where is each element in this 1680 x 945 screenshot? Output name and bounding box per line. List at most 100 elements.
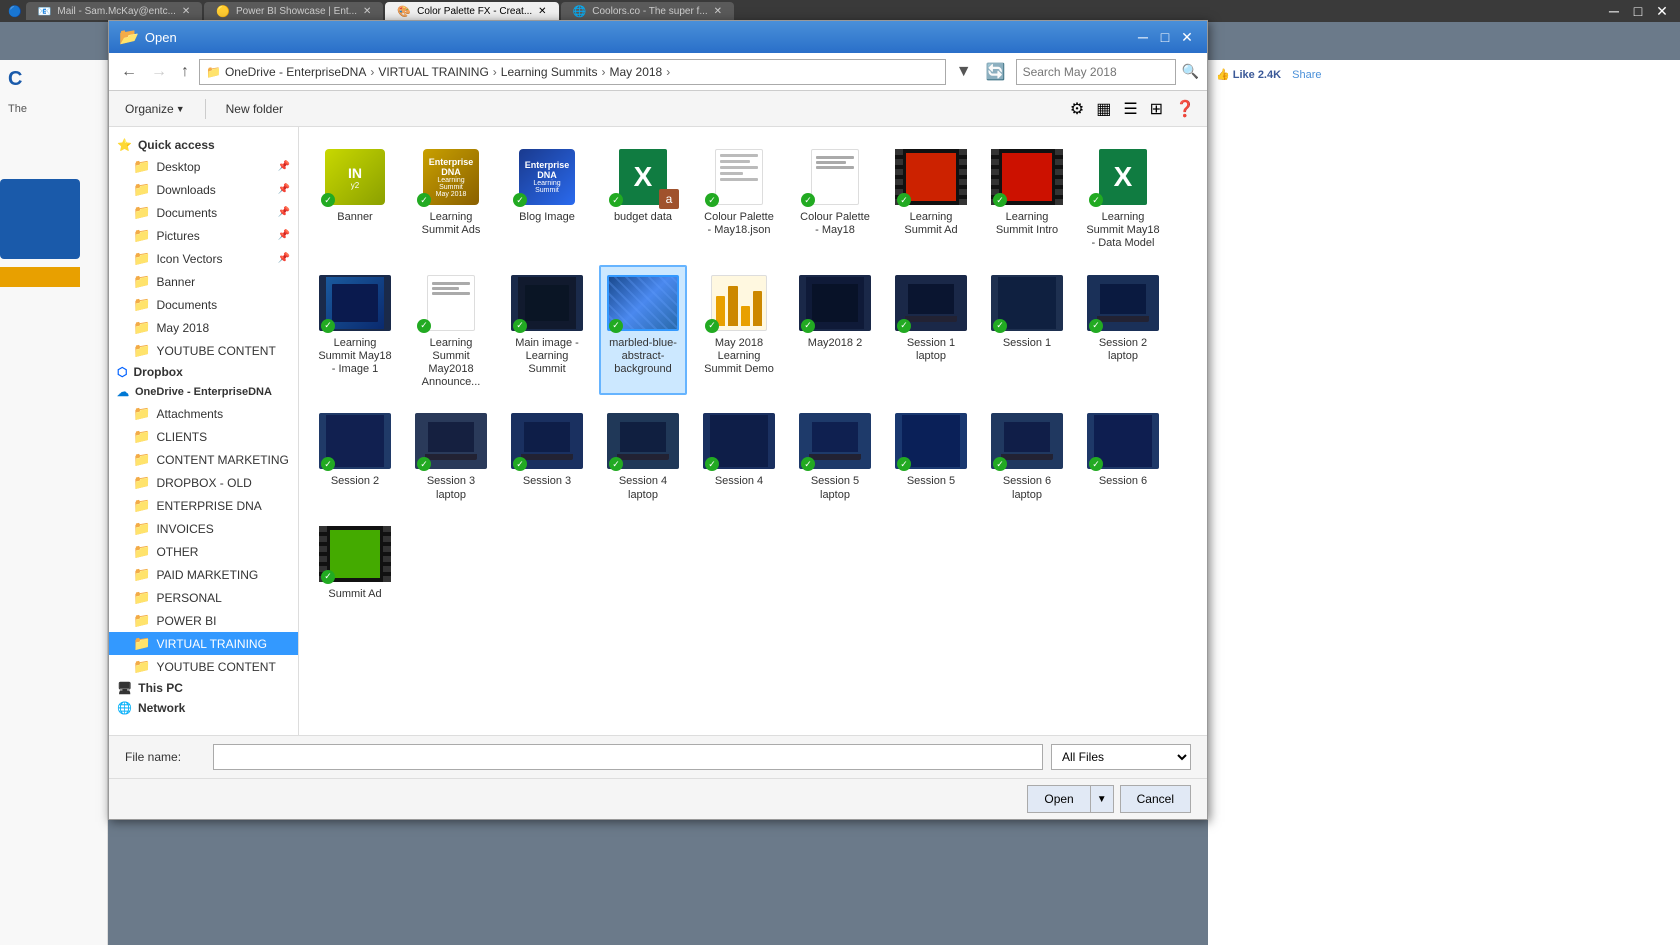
sidebar-dropbox[interactable]: ⬡ Dropbox	[109, 362, 298, 382]
file-may2018-demo[interactable]: ✓ May 2018 Learning Summit Demo	[695, 265, 783, 396]
breadcrumb-dropdown[interactable]: ▼	[952, 61, 976, 83]
view-toggle[interactable]: ▦	[1092, 97, 1115, 121]
dialog-toolbar: Organize ▼ New folder ⚙ ▦ ☰ ⊞ ❓	[109, 91, 1207, 127]
check-session4: ✓	[705, 457, 719, 471]
file-colour-palette-json[interactable]: ✓ Colour Palette - May18.json	[695, 139, 783, 257]
dialog-close[interactable]: ✕	[1177, 27, 1197, 47]
dialog-minimize[interactable]: ─	[1133, 27, 1153, 47]
open-dropdown-arrow[interactable]: ▼	[1091, 785, 1114, 813]
minimize-button[interactable]: ─	[1604, 1, 1624, 21]
folder-icon: 📁	[133, 342, 150, 359]
view-list[interactable]: ☰	[1119, 97, 1141, 121]
nav-forward[interactable]: →	[147, 61, 171, 83]
cancel-button[interactable]: Cancel	[1120, 785, 1191, 813]
file-budget-data[interactable]: X a ✓ budget data	[599, 139, 687, 257]
view-help[interactable]: ❓	[1171, 97, 1199, 121]
tab-colorpalette-close[interactable]: ✕	[538, 6, 546, 17]
sidebar-item-pictures[interactable]: 📁 Pictures 📌	[109, 224, 298, 247]
sidebar-item-virtual-training[interactable]: 📁 VIRTUAL TRAINING	[109, 632, 298, 655]
file-session1[interactable]: ✓ Session 1	[983, 265, 1071, 396]
file-learning-summit-announce[interactable]: ✓ Learning Summit May2018 Announce...	[407, 265, 495, 396]
file-session4-laptop[interactable]: ✓ Session 4 laptop	[599, 403, 687, 507]
breadcrumb-2[interactable]: VIRTUAL TRAINING	[378, 65, 488, 79]
sidebar-item-youtube[interactable]: 📁 YOUTUBE CONTENT	[109, 339, 298, 362]
sidebar-item-documents[interactable]: 📁 Documents 📌	[109, 201, 298, 224]
sidebar-item-clients[interactable]: 📁 CLIENTS	[109, 425, 298, 448]
sidebar-item-youtube-content[interactable]: 📁 YOUTUBE CONTENT	[109, 655, 298, 678]
sidebar-item-invoices[interactable]: 📁 INVOICES	[109, 517, 298, 540]
file-session2-laptop[interactable]: ✓ Session 2 laptop	[1079, 265, 1167, 396]
sidebar-item-icon-vectors[interactable]: 📁 Icon Vectors 📌	[109, 247, 298, 270]
file-type-select[interactable]: All Files	[1051, 744, 1191, 770]
file-session5[interactable]: ✓ Session 5	[887, 403, 975, 507]
sidebar-item-other[interactable]: 📁 OTHER	[109, 540, 298, 563]
file-learning-summit-may18-image1[interactable]: ✓ Learning Summit May18 - Image 1	[311, 265, 399, 396]
tab-coolors[interactable]: 🌐 Coolors.co - The super f... ✕	[561, 2, 735, 20]
view-details[interactable]: ⊞	[1146, 97, 1167, 121]
breadcrumb-4[interactable]: May 2018	[610, 65, 663, 79]
sidebar-item-attachments[interactable]: 📁 Attachments	[109, 402, 298, 425]
close-button[interactable]: ✕	[1652, 1, 1672, 21]
sidebar-item-banner[interactable]: 📁 Banner	[109, 270, 298, 293]
file-session6-laptop[interactable]: ✓ Session 6 laptop	[983, 403, 1071, 507]
file-blog-image[interactable]: Enterprise DNA Learning Summit ✓ Blog Im…	[503, 139, 591, 257]
nav-back[interactable]: ←	[117, 61, 141, 83]
file-learning-summit-ad[interactable]: ✓ Learning Summit Ad	[887, 139, 975, 257]
breadcrumb-3[interactable]: Learning Summits	[501, 65, 598, 79]
organize-button[interactable]: Organize ▼	[117, 99, 193, 119]
sidebar-onedrive[interactable]: ☁ OneDrive - EnterpriseDNA	[109, 382, 298, 402]
search-input[interactable]	[1016, 59, 1176, 85]
file-learning-summit-may18-model[interactable]: X ✓ Learning Summit May18 - Data Model	[1079, 139, 1167, 257]
file-session3-laptop[interactable]: ✓ Session 3 laptop	[407, 403, 495, 507]
address-breadcrumb[interactable]: 📁 OneDrive - EnterpriseDNA › VIRTUAL TRA…	[199, 59, 946, 85]
tab-powerbi[interactable]: 🟡 Power BI Showcase | Ent... ✕	[204, 2, 383, 20]
sidebar-item-downloads[interactable]: 📁 Downloads 📌	[109, 178, 298, 201]
sidebar-this-pc[interactable]: 🖥 This PC	[109, 678, 298, 698]
file-name-label: File name:	[125, 750, 205, 764]
file-session5-laptop[interactable]: ✓ Session 5 laptop	[791, 403, 879, 507]
sidebar-quick-access[interactable]: ⭐ Quick access	[109, 135, 298, 155]
sidebar-item-dropbox-old[interactable]: 📁 DROPBOX - OLD	[109, 471, 298, 494]
tab-coolors-close[interactable]: ✕	[714, 6, 722, 17]
file-session2[interactable]: ✓ Session 2	[311, 403, 399, 507]
file-main-image[interactable]: ✓ Main image - Learning Summit	[503, 265, 591, 396]
file-session6[interactable]: ✓ Session 6	[1079, 403, 1167, 507]
file-marbled-blue[interactable]: ✓ marbled-blue-abstract-background	[599, 265, 687, 396]
tab-mail[interactable]: 📧 Mail - Sam.McKay@entc... ✕	[26, 2, 203, 20]
tab-powerbi-icon: 🟡	[216, 5, 230, 18]
sidebar-item-power-bi[interactable]: 📁 POWER BI	[109, 609, 298, 632]
file-session1-laptop[interactable]: ✓ Session 1 laptop	[887, 265, 975, 396]
file-session4[interactable]: ✓ Session 4	[695, 403, 783, 507]
tab-powerbi-close[interactable]: ✕	[363, 6, 371, 17]
refresh-btn[interactable]: 🔄	[982, 60, 1010, 84]
search-button[interactable]: 🔍	[1182, 63, 1199, 80]
file-learning-summit-intro[interactable]: ✓ Learning Summit Intro	[983, 139, 1071, 257]
file-name-input[interactable]	[213, 744, 1043, 770]
sidebar-item-personal[interactable]: 📁 PERSONAL	[109, 586, 298, 609]
tab-mail-close[interactable]: ✕	[182, 6, 190, 17]
dialog-maximize[interactable]: □	[1155, 27, 1175, 47]
sidebar-network[interactable]: 🌐 Network	[109, 698, 298, 718]
sidebar-item-desktop[interactable]: 📁 Desktop 📌	[109, 155, 298, 178]
tab-colorpalette[interactable]: 🎨 Color Palette FX - Creat... ✕	[385, 2, 558, 20]
file-colour-palette-may18[interactable]: ✓ Colour Palette - May18	[791, 139, 879, 257]
new-folder-button[interactable]: New folder	[218, 99, 291, 119]
sidebar-item-enterprise-dna[interactable]: 📁 ENTERPRISE DNA	[109, 494, 298, 517]
sidebar-item-may2018[interactable]: 📁 May 2018	[109, 316, 298, 339]
open-button[interactable]: Open	[1027, 785, 1090, 813]
file-may2018-2[interactable]: ✓ May2018 2	[791, 265, 879, 396]
breadcrumb-1[interactable]: OneDrive - EnterpriseDNA	[225, 65, 366, 79]
sidebar-item-documents2[interactable]: 📁 Documents	[109, 293, 298, 316]
sidebar-item-paid-marketing[interactable]: 📁 PAID MARKETING	[109, 563, 298, 586]
file-session3[interactable]: ✓ Session 3	[503, 403, 591, 507]
file-learning-summit-ads[interactable]: Enterprise DNA Learning Summit May 2018 …	[407, 139, 495, 257]
sidebar-label-personal: PERSONAL	[156, 591, 221, 605]
file-banner[interactable]: IN y2 ✓ Banner	[311, 139, 399, 257]
view-extra[interactable]: ⚙	[1066, 97, 1088, 121]
open-button-group: Open ▼	[1027, 785, 1113, 813]
sidebar-item-content-marketing[interactable]: 📁 CONTENT MARKETING	[109, 448, 298, 471]
pin-icon: 📌	[278, 161, 290, 172]
maximize-button[interactable]: □	[1628, 1, 1648, 21]
file-summit-ad[interactable]: ✓ Summit Ad	[311, 516, 399, 607]
nav-up[interactable]: ↑	[177, 61, 193, 83]
